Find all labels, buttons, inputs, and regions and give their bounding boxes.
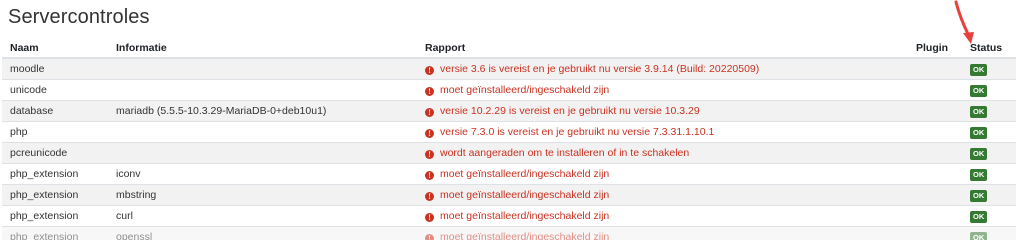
column-header-status[interactable]: Status: [962, 34, 1016, 59]
cell-status: OK: [962, 205, 1016, 227]
exclamation-circle-icon: !: [425, 87, 434, 96]
cell-report: ! moet geïnstalleerd/ingeschakeld zijn: [417, 205, 908, 227]
cell-report: ! moet geïnstalleerd/ingeschakeld zijn: [417, 79, 908, 101]
report-text: moet geïnstalleerd/ingeschakeld zijn: [440, 210, 610, 222]
cell-plugin: [908, 121, 962, 143]
table-row: php_extension openssl ! moet geïnstalleer…: [2, 226, 1016, 240]
cell-status: OK: [962, 100, 1016, 122]
report-text: moet geïnstalleerd/ingeschakeld zijn: [440, 84, 610, 96]
cell-name: pcreunicode: [2, 142, 108, 164]
report-text: moet geïnstalleerd/ingeschakeld zijn: [440, 168, 610, 180]
cell-status: OK: [962, 184, 1016, 206]
status-badge: OK: [970, 105, 988, 118]
cell-info: mariadb (5.5.5-10.3.29-MariaDB-0+deb10u1…: [108, 100, 417, 122]
page-title: Servercontroles: [8, 6, 150, 28]
cell-info: [108, 57, 417, 80]
cell-info: iconv: [108, 163, 417, 185]
cell-name: unicode: [2, 79, 108, 101]
status-badge: OK: [970, 63, 988, 76]
report-text: versie 7.3.0 is vereist en je gebruikt n…: [440, 126, 715, 138]
exclamation-circle-icon: !: [425, 66, 434, 75]
table-row: moodle ! versie 3.6 is vereist en je gebr…: [2, 57, 1016, 80]
cell-plugin: [908, 226, 962, 240]
exclamation-circle-icon: !: [425, 150, 434, 159]
table-row: php_extension iconv ! moet geïnstalleerd/…: [2, 163, 1016, 185]
cell-plugin: [908, 184, 962, 206]
exclamation-circle-icon: !: [425, 213, 434, 222]
cell-status: OK: [962, 121, 1016, 143]
cell-report: ! versie 3.6 is vereist en je gebruikt nu…: [417, 57, 908, 80]
server-checks-table: Naam Informatie Rapport Plugin Status mo…: [2, 34, 1016, 240]
cell-report: ! moet geïnstalleerd/ingeschakeld zijn: [417, 184, 908, 206]
cell-name: database: [2, 100, 108, 122]
table-header-row: Naam Informatie Rapport Plugin Status: [2, 34, 1016, 59]
table-row: php ! versie 7.3.0 is vereist en je gebru…: [2, 121, 1016, 143]
cell-status: OK: [962, 142, 1016, 164]
cell-plugin: [908, 79, 962, 101]
cell-info: openssl: [108, 226, 417, 240]
report-text: versie 3.6 is vereist en je gebruikt nu …: [440, 63, 760, 75]
exclamation-circle-icon: !: [425, 192, 434, 201]
server-checks-page: Servercontroles Naam Informatie Rapport …: [0, 0, 1024, 240]
cell-name: php_extension: [2, 163, 108, 185]
cell-status: OK: [962, 79, 1016, 101]
cell-plugin: [908, 205, 962, 227]
cell-name: php_extension: [2, 184, 108, 206]
status-badge: OK: [970, 126, 988, 139]
cell-status: OK: [962, 226, 1016, 240]
column-header-info[interactable]: Informatie: [108, 34, 417, 59]
table-row: pcreunicode ! wordt aangeraden om te inst…: [2, 142, 1016, 164]
cell-plugin: [908, 57, 962, 80]
column-header-report[interactable]: Rapport: [417, 34, 908, 59]
table-row: php_extension mbstring ! moet geïnstallee…: [2, 184, 1016, 206]
cell-name: php_extension: [2, 226, 108, 240]
cell-report: ! versie 7.3.0 is vereist en je gebruikt …: [417, 121, 908, 143]
cell-report: ! moet geïnstalleerd/ingeschakeld zijn: [417, 163, 908, 185]
cell-report: ! moet geïnstalleerd/ingeschakeld zijn: [417, 226, 908, 240]
cell-info: mbstring: [108, 184, 417, 206]
status-badge: OK: [970, 147, 988, 160]
report-text: wordt aangeraden om te installeren of in…: [440, 147, 690, 159]
status-badge: OK: [970, 189, 988, 202]
status-badge: OK: [970, 84, 988, 97]
exclamation-circle-icon: !: [425, 108, 434, 117]
cell-plugin: [908, 100, 962, 122]
cell-info: [108, 142, 417, 164]
status-badge: OK: [970, 231, 988, 240]
table-row: database mariadb (5.5.5-10.3.29-MariaDB-…: [2, 100, 1016, 122]
cell-name: moodle: [2, 57, 108, 80]
cell-name: php_extension: [2, 205, 108, 227]
cell-plugin: [908, 163, 962, 185]
report-text: moet geïnstalleerd/ingeschakeld zijn: [440, 231, 610, 240]
column-header-plugin[interactable]: Plugin: [908, 34, 962, 59]
cell-status: OK: [962, 57, 1016, 80]
cell-report: ! versie 10.2.29 is vereist en je gebruik…: [417, 100, 908, 122]
table-row: php_extension curl ! moet geïnstalleerd/i…: [2, 205, 1016, 227]
cell-info: [108, 79, 417, 101]
status-badge: OK: [970, 210, 988, 223]
exclamation-circle-icon: !: [425, 171, 434, 180]
report-text: versie 10.2.29 is vereist en je gebruikt…: [440, 105, 700, 117]
table-body: moodle ! versie 3.6 is vereist en je gebr…: [2, 57, 1016, 240]
exclamation-circle-icon: !: [425, 234, 434, 240]
table-row: unicode ! moet geïnstalleerd/ingeschakeld…: [2, 79, 1016, 101]
cell-plugin: [908, 142, 962, 164]
cell-info: curl: [108, 205, 417, 227]
cell-name: php: [2, 121, 108, 143]
exclamation-circle-icon: !: [425, 129, 434, 138]
cell-report: ! wordt aangeraden om te installeren of i…: [417, 142, 908, 164]
column-header-name[interactable]: Naam: [2, 34, 108, 59]
report-text: moet geïnstalleerd/ingeschakeld zijn: [440, 189, 610, 201]
cell-info: [108, 121, 417, 143]
status-badge: OK: [970, 168, 988, 181]
cell-status: OK: [962, 163, 1016, 185]
